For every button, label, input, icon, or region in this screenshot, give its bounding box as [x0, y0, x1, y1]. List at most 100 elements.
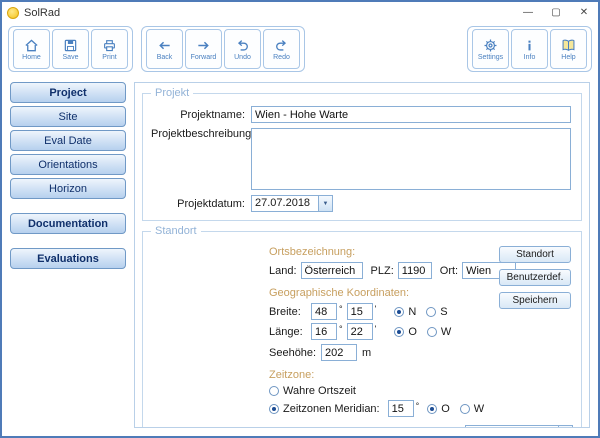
projektname-row: Projektname: [151, 106, 573, 123]
plz-input[interactable] [398, 262, 432, 279]
radio-west[interactable]: W [427, 326, 451, 338]
radio-west-circle [427, 327, 437, 337]
save-button-label: Save [63, 54, 79, 61]
minimize-button[interactable]: — [514, 2, 542, 23]
laenge-label: Länge: [269, 326, 311, 338]
radio-ost-label: O [408, 326, 417, 338]
radio-meridian-west[interactable]: W [460, 403, 484, 415]
radio-wahre-ortszeit-circle [269, 386, 279, 396]
benutzerdef-button[interactable]: Benutzerdef. [499, 269, 571, 286]
home-button[interactable]: Home [13, 29, 50, 69]
standort-button[interactable]: Standort [499, 246, 571, 263]
window-controls: — ▢ ✕ [514, 2, 598, 23]
projektbeschreibung-textarea[interactable] [251, 128, 571, 190]
undo-icon [235, 38, 250, 53]
projektdatum-label: Projektdatum: [151, 198, 251, 210]
seehoehe-row: Seehöhe: m [269, 344, 573, 361]
standort-group-title: Standort [151, 225, 201, 237]
content-area: Project Site Eval Date Orientations Hori… [2, 76, 598, 436]
grad-symbol: ° [339, 324, 343, 334]
grad-symbol: ° [416, 401, 420, 411]
meridian-input[interactable] [388, 400, 414, 417]
seehoehe-input[interactable] [321, 344, 357, 361]
radio-sued-circle [426, 307, 436, 317]
sidebar-item-documentation[interactable]: Documentation [10, 213, 126, 234]
radio-ost-circle [394, 327, 404, 337]
wahre-ortszeit-row: Wahre Ortszeit [269, 385, 573, 397]
chevron-down-icon: ▼ [318, 196, 332, 211]
land-input[interactable] [301, 262, 363, 279]
breite-grad-input[interactable] [311, 303, 337, 320]
sidebar-item-evaluations[interactable]: Evaluations [10, 248, 126, 269]
sidebar-item-horizon[interactable]: Horizon [10, 178, 126, 199]
redo-button[interactable]: Redo [263, 29, 300, 69]
maximize-button[interactable]: ▢ [542, 2, 570, 23]
print-icon [102, 38, 117, 53]
land-label: Land: [269, 265, 301, 277]
print-button[interactable]: Print [91, 29, 128, 69]
sidebar: Project Site Eval Date Orientations Hori… [10, 82, 134, 428]
projektdatum-select[interactable]: 27.07.2018 ▼ [251, 195, 333, 212]
help-book-icon [561, 38, 576, 53]
radio-zeitzonen-meridian-circle [269, 404, 279, 414]
settings-button-label: Settings [478, 54, 503, 61]
laenge-grad-input[interactable] [311, 323, 337, 340]
ort-label: Ort: [440, 265, 462, 277]
radio-nord-circle [394, 307, 404, 317]
sidebar-item-eval-date[interactable]: Eval Date [10, 130, 126, 151]
truebung-row: Trübungsfaktor (Linke): 4.5 ▼ [269, 425, 573, 428]
laenge-min-input[interactable] [347, 323, 373, 340]
seehoehe-unit: m [362, 347, 375, 359]
window-title: SolRad [24, 7, 514, 19]
sidebar-item-site[interactable]: Site [10, 106, 126, 127]
speichern-button[interactable]: Speichern [499, 292, 571, 309]
radio-sued-label: S [440, 306, 447, 318]
save-button[interactable]: Save [52, 29, 89, 69]
radio-meridian-ost-circle [427, 404, 437, 414]
radio-meridian-west-circle [460, 404, 470, 414]
app-window: SolRad — ▢ ✕ Home Save [0, 0, 600, 438]
projektname-input[interactable] [251, 106, 571, 123]
sidebar-item-orientations[interactable]: Orientations [10, 154, 126, 175]
radio-wahre-ortszeit[interactable]: Wahre Ortszeit [269, 385, 356, 397]
info-icon [522, 38, 537, 53]
radio-ost[interactable]: O [394, 326, 417, 338]
toolbar-group-help: Settings Info Help [467, 26, 592, 72]
help-button[interactable]: Help [550, 29, 587, 69]
title-bar: SolRad — ▢ ✕ [2, 2, 598, 23]
redo-button-label: Redo [273, 54, 290, 61]
radio-zeitzonen-meridian-label: Zeitzonen Meridian: [283, 403, 380, 415]
toolbar-group-file: Home Save Print [8, 26, 133, 72]
radio-west-label: W [441, 326, 451, 338]
seehoehe-label: Seehöhe: [269, 347, 321, 359]
breite-min-input[interactable] [347, 303, 373, 320]
truebung-value: 4.5 [466, 426, 558, 428]
sidebar-item-project[interactable]: Project [10, 82, 126, 103]
radio-zeitzonen-meridian[interactable]: Zeitzonen Meridian: [269, 403, 380, 415]
undo-button[interactable]: Undo [224, 29, 261, 69]
radio-nord[interactable]: N [394, 306, 416, 318]
info-button[interactable]: Info [511, 29, 548, 69]
settings-button[interactable]: Settings [472, 29, 509, 69]
chevron-down-icon: ▼ [558, 426, 572, 428]
breite-label: Breite: [269, 306, 311, 318]
toolbar: Home Save Print Back [2, 23, 598, 76]
radio-meridian-ost[interactable]: O [427, 403, 450, 415]
forward-button[interactable]: Forward [185, 29, 222, 69]
grad-symbol: ° [339, 304, 343, 314]
projekt-group-title: Projekt [151, 87, 193, 99]
truebung-select[interactable]: 4.5 ▼ [465, 425, 573, 428]
back-button[interactable]: Back [146, 29, 183, 69]
standort-side-buttons: Standort Benutzerdef. Speichern [499, 246, 571, 309]
projektname-label: Projektname: [151, 109, 251, 121]
radio-sued[interactable]: S [426, 306, 447, 318]
back-button-label: Back [157, 54, 173, 61]
projektdatum-value: 27.07.2018 [252, 196, 318, 211]
laenge-row: Länge: ° ' O W [269, 323, 573, 340]
standort-body: Standort Benutzerdef. Speichern Ortsbeze… [269, 246, 573, 428]
close-button[interactable]: ✕ [570, 2, 598, 23]
radio-meridian-ost-label: O [441, 403, 450, 415]
standort-groupbox: Standort Standort Benutzerdef. Speichern… [142, 231, 582, 428]
gear-icon [483, 38, 498, 53]
redo-icon [274, 38, 289, 53]
